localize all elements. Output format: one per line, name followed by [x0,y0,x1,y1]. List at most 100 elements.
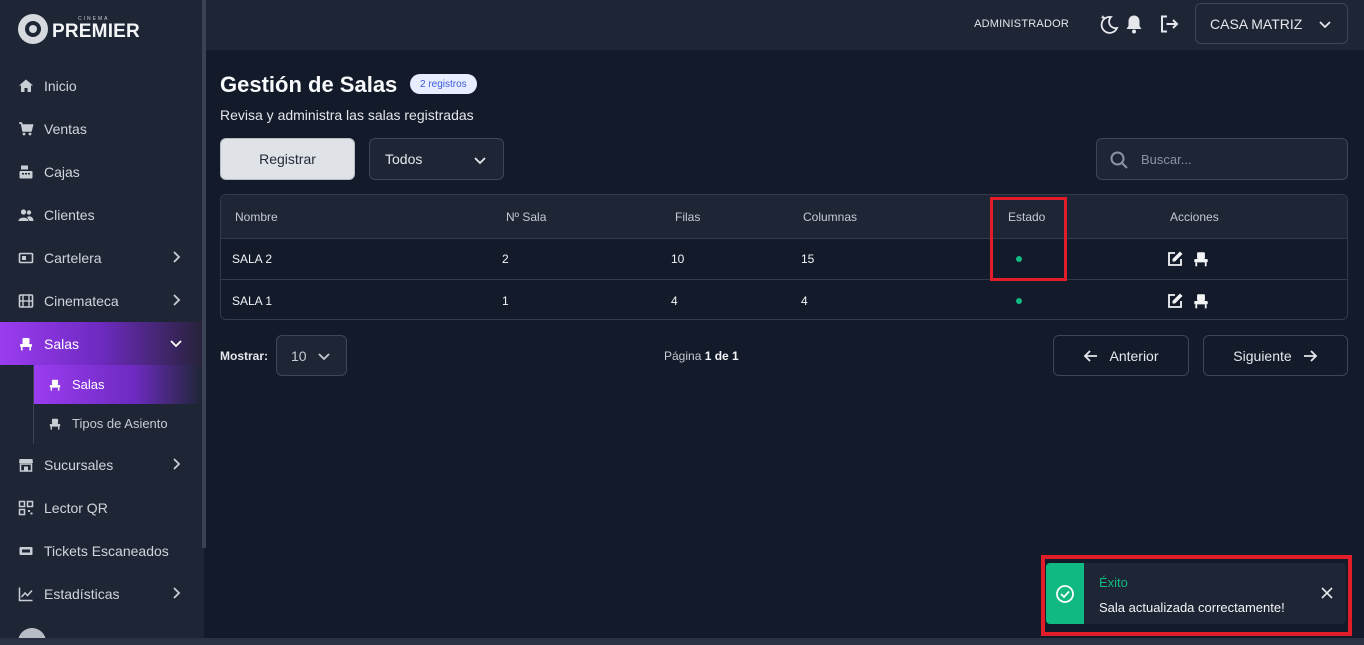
next-page-button[interactable]: Siguiente [1203,335,1348,376]
page-size-label: Mostrar: [220,349,269,363]
store-icon [18,457,34,473]
top-bar: ADMINISTRADOR CASA MATRIZ [206,0,1364,50]
logout-icon[interactable] [1158,13,1180,35]
seats-icon[interactable] [1192,292,1210,310]
brand-name: PREMIER [52,21,140,42]
sidebar: CINEMA PREMIER Inicio Ventas Cajas Clien… [0,0,204,645]
qr-icon [18,500,34,516]
column-header-columnas[interactable]: Columnas [803,210,857,224]
chevron-down-icon [474,157,486,165]
status-filter-value: Todos [385,151,423,167]
table-header: Nombre Nº Sala Filas Columnas Estado Acc… [221,195,1347,239]
close-icon[interactable] [1320,586,1334,600]
toast-message: Sala actualizada correctamente! [1099,600,1285,615]
sidebar-item-lector-qr[interactable]: Lector QR [0,486,202,529]
records-badge: 2 registros [410,74,477,94]
sidebar-item-inicio[interactable]: Inicio [0,64,202,107]
table-row: SALA 1 1 4 4 [221,280,1347,319]
brand-logo[interactable]: CINEMA PREMIER [18,12,140,46]
cell-numero: 2 [502,252,509,266]
cash-register-icon [18,164,34,180]
cell-columnas: 15 [801,252,815,266]
chevron-right-icon [173,251,181,263]
column-header-nombre[interactable]: Nombre [235,210,278,224]
cell-columnas: 4 [801,293,808,308]
branch-selector[interactable]: CASA MATRIZ [1195,3,1348,44]
estado-column-highlight [990,197,1067,281]
sidebar-item-salas[interactable]: Salas [0,322,202,365]
page-size-select[interactable]: 10 [276,335,347,376]
sidebar-subitem-label: Tipos de Asiento [72,416,168,431]
success-toast: Éxito Sala actualizada correctamente! [1046,563,1346,624]
cell-filas: 10 [671,252,685,266]
salas-table: Nombre Nº Sala Filas Columnas Estado Acc… [220,194,1348,320]
bell-icon[interactable] [1123,13,1145,35]
edit-icon[interactable] [1166,250,1184,268]
moon-theme-icon[interactable] [1098,13,1120,35]
column-header-filas[interactable]: Filas [675,210,700,224]
seat-icon [18,336,34,352]
page-size-value: 10 [291,347,307,364]
status-dot-active [1016,297,1022,304]
seat-icon [48,378,62,392]
sidebar-item-label: Lector QR [44,499,108,516]
sidebar-item-cinemateca[interactable]: Cinemateca [0,279,202,322]
sidebar-nav: Inicio Ventas Cajas Clientes Cartelera C… [0,64,202,615]
sidebar-item-clientes[interactable]: Clientes [0,193,202,236]
sidebar-item-tickets-escaneados[interactable]: Tickets Escaneados [0,529,202,572]
sidebar-scrollbar[interactable] [202,0,206,548]
seat-icon [48,417,62,431]
submenu-divider [33,366,34,444]
edit-icon[interactable] [1166,292,1184,310]
arrow-right-icon [1303,349,1317,362]
sidebar-subitem-salas[interactable]: Salas [34,365,202,404]
search-input[interactable]: Buscar... [1096,138,1348,180]
user-role: ADMINISTRADOR [974,18,1069,30]
sidebar-item-label: Sucursales [44,456,114,473]
search-icon [1110,151,1128,169]
page-title: Gestión de Salas [220,72,398,97]
chevron-right-icon [173,587,181,599]
sidebar-item-label: Tickets Escaneados [44,542,169,559]
cell-nombre: SALA 2 [232,252,273,266]
page-indicator: Página 1 de 1 [664,349,739,363]
row-actions [1166,292,1210,310]
register-button[interactable]: Registrar [220,138,355,180]
previous-page-label: Anterior [1109,347,1159,364]
sidebar-item-label: Cajas [44,163,80,180]
ticket-scan-icon [18,543,34,559]
row-actions [1166,250,1210,268]
previous-page-button[interactable]: Anterior [1053,335,1189,376]
sidebar-item-sucursales[interactable]: Sucursales [0,443,202,486]
next-page-label: Siguiente [1233,347,1292,364]
branch-value: CASA MATRIZ [1210,15,1303,32]
sidebar-item-cartelera[interactable]: Cartelera [0,236,202,279]
seats-icon[interactable] [1192,250,1210,268]
sidebar-item-cajas[interactable]: Cajas [0,150,202,193]
logo-icon [18,14,48,44]
ticket-icon [18,250,34,266]
toast-title: Éxito [1099,575,1128,590]
column-header-numero[interactable]: Nº Sala [506,210,546,224]
table-row: SALA 2 2 10 15 [221,239,1347,280]
chevron-down-icon [318,353,330,361]
sidebar-item-estadisticas[interactable]: Estadísticas [0,572,202,615]
cell-numero: 1 [502,293,509,308]
sidebar-item-label: Ventas [44,120,87,137]
page-current: 1 de 1 [704,349,739,363]
sidebar-item-ventas[interactable]: Ventas [0,107,202,150]
chevron-right-icon [173,458,181,470]
cell-filas: 4 [671,293,678,308]
film-icon [18,293,34,309]
page-prefix: Página [664,349,705,363]
sidebar-subitem-tipos-de-asiento[interactable]: Tipos de Asiento [0,404,202,443]
sidebar-item-label: Salas [44,335,80,352]
column-header-acciones: Acciones [1170,209,1219,224]
cell-nombre: SALA 1 [232,293,273,308]
home-icon [18,78,34,94]
window-bottom-edge [0,638,1364,645]
status-filter-select[interactable]: Todos [369,138,504,180]
sidebar-item-label: Inicio [44,77,77,94]
chevron-down-icon [1319,21,1331,29]
chevron-right-icon [173,294,181,306]
